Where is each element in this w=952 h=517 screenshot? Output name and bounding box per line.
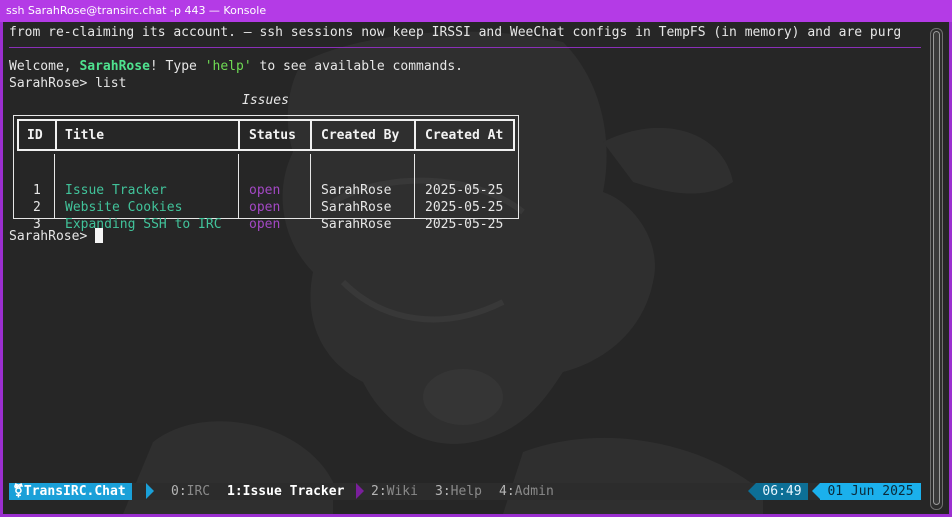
column-divider xyxy=(414,154,415,218)
table-header: ID Title Status Created By Created At xyxy=(17,119,515,151)
session-separator xyxy=(146,483,154,499)
konsole-window: ssh SarahRose@transirc.chat -p 443 — Kon… xyxy=(0,0,952,517)
cell-id: 1 xyxy=(33,183,41,198)
window-tab-issue-tracker[interactable]: 1:Issue Tracker xyxy=(227,483,344,500)
terminal-content: from re-claiming its account. — ssh sess… xyxy=(9,22,924,514)
issues-table: ID Title Status Created By Created At 1 … xyxy=(13,115,519,232)
welcome-suffix: to see available commands. xyxy=(251,59,463,74)
welcome-line: Welcome, SarahRose! Type 'help' to see a… xyxy=(9,58,463,75)
header-divider xyxy=(238,121,240,149)
session-name: TransIRC.Chat xyxy=(23,484,126,499)
status-date: 01 Jun 2025 xyxy=(820,483,921,500)
header-divider xyxy=(310,121,312,149)
cell-created-at: 2025-05-25 xyxy=(425,217,504,232)
window-tab-admin[interactable]: 4:Admin xyxy=(499,483,554,500)
window-tab-help[interactable]: 3:Help xyxy=(435,483,482,500)
terminal-scrollbar[interactable] xyxy=(930,28,943,510)
prompt: SarahRose> xyxy=(9,229,96,244)
column-header-id: ID xyxy=(27,128,43,143)
terminal-area[interactable]: from re-claiming its account. — ssh sess… xyxy=(3,22,949,514)
text-cursor xyxy=(95,228,104,243)
welcome-mid: ! Type xyxy=(149,59,205,74)
status-time: 06:49 xyxy=(756,483,808,500)
active-window-marker xyxy=(356,483,364,499)
cell-created-at: 2025-05-25 xyxy=(425,183,504,198)
window-tab-irc[interactable]: 0:IRC xyxy=(171,483,210,500)
column-header-created-by: Created By xyxy=(321,128,400,143)
header-divider xyxy=(414,121,416,149)
motd-divider xyxy=(9,47,921,48)
column-divider xyxy=(54,154,55,218)
cell-title: Website Cookies xyxy=(65,200,183,215)
help-command: 'help' xyxy=(204,59,252,74)
date-separator xyxy=(812,483,820,499)
column-divider xyxy=(238,154,239,218)
motd-line: from re-claiming its account. — ssh sess… xyxy=(9,25,902,40)
table-caption: Issues xyxy=(242,93,289,108)
active-prompt-line[interactable]: SarahRose> xyxy=(9,228,104,245)
header-divider xyxy=(55,121,57,149)
column-header-status: Status xyxy=(249,128,296,143)
column-header-created-at: Created At xyxy=(425,128,504,143)
command-line: SarahRose> list xyxy=(9,75,126,92)
cell-created-by: SarahRose xyxy=(321,200,392,215)
cell-title: Issue Tracker xyxy=(65,183,167,198)
cell-status: open xyxy=(249,217,281,232)
scrollbar-thumb[interactable] xyxy=(933,31,940,505)
transgender-symbol-icon: ⚧ xyxy=(13,484,24,499)
prompt: SarahRose> xyxy=(9,76,96,91)
cell-created-by: SarahRose xyxy=(321,183,392,198)
time-separator xyxy=(748,483,756,499)
column-header-title: Title xyxy=(65,128,105,143)
welcome-prefix: Welcome, xyxy=(9,59,80,74)
cell-created-by: SarahRose xyxy=(321,217,392,232)
cell-status: open xyxy=(249,200,281,215)
column-divider xyxy=(310,154,311,218)
entered-command: list xyxy=(95,76,127,91)
window-tab-wiki[interactable]: 2:Wiki xyxy=(371,483,418,500)
cell-id: 2 xyxy=(33,200,41,215)
session-badge: ⚧TransIRC.Chat xyxy=(9,483,132,500)
tmux-status-bar: ⚧TransIRC.Chat 0:IRC 1:Issue Tracker 2:W… xyxy=(9,483,921,500)
cell-created-at: 2025-05-25 xyxy=(425,200,504,215)
welcome-username: SarahRose xyxy=(79,59,150,74)
cell-status: open xyxy=(249,183,281,198)
window-titlebar[interactable]: ssh SarahRose@transirc.chat -p 443 — Kon… xyxy=(0,0,952,22)
